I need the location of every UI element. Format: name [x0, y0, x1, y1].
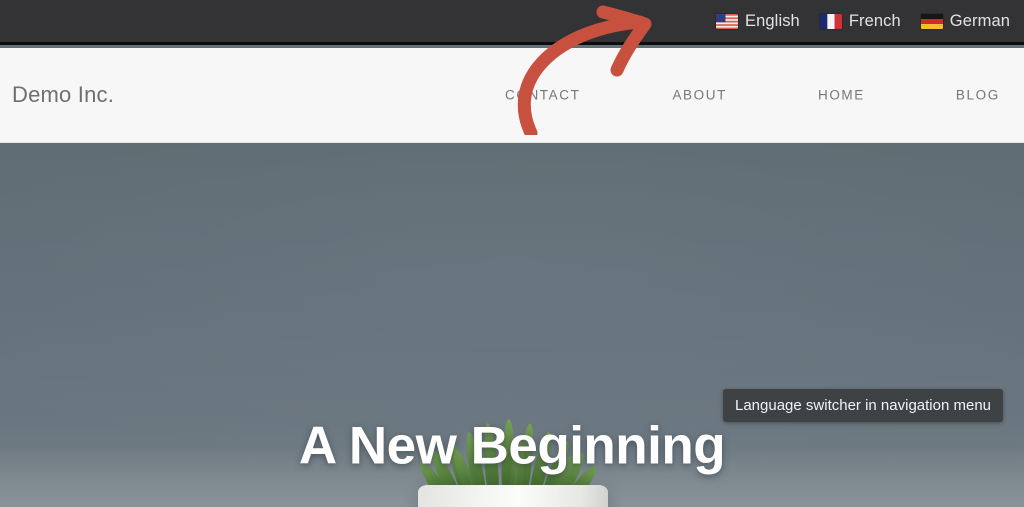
main-nav-links: CONTACT ABOUT HOME BLOG	[505, 88, 1000, 103]
site-brand-logo[interactable]: Demo Inc.	[12, 82, 114, 108]
nav-link-about[interactable]: ABOUT	[672, 88, 727, 103]
language-label-french: French	[848, 11, 901, 30]
language-option-english[interactable]: English	[706, 0, 810, 42]
nav-link-contact[interactable]: CONTACT	[505, 88, 580, 103]
language-switcher[interactable]: English French German	[706, 0, 1020, 42]
annotation-caption-tooltip: Language switcher in navigation menu	[723, 389, 1004, 422]
nav-link-home[interactable]: HOME	[818, 88, 865, 103]
language-label-english: English	[745, 11, 800, 30]
language-option-german[interactable]: German	[911, 0, 1020, 42]
flag-de-icon	[920, 13, 943, 29]
language-option-french[interactable]: French	[810, 0, 911, 42]
top-utility-bar: English French German	[0, 0, 1024, 45]
language-label-german: German	[949, 11, 1010, 30]
nav-link-blog[interactable]: BLOG	[956, 88, 1000, 103]
browser-page-screenshot: English French German Demo Inc. CONTACT …	[0, 0, 1024, 507]
site-navigation-bar: Demo Inc. CONTACT ABOUT HOME BLOG	[0, 48, 1024, 143]
flag-us-icon	[716, 13, 739, 29]
ceramic-pot	[418, 485, 608, 507]
hero-section: A New Beginning	[0, 143, 1024, 507]
flag-fr-icon	[819, 13, 842, 29]
pot-rim	[418, 485, 608, 507]
hero-heading: A New Beginning	[298, 416, 726, 476]
